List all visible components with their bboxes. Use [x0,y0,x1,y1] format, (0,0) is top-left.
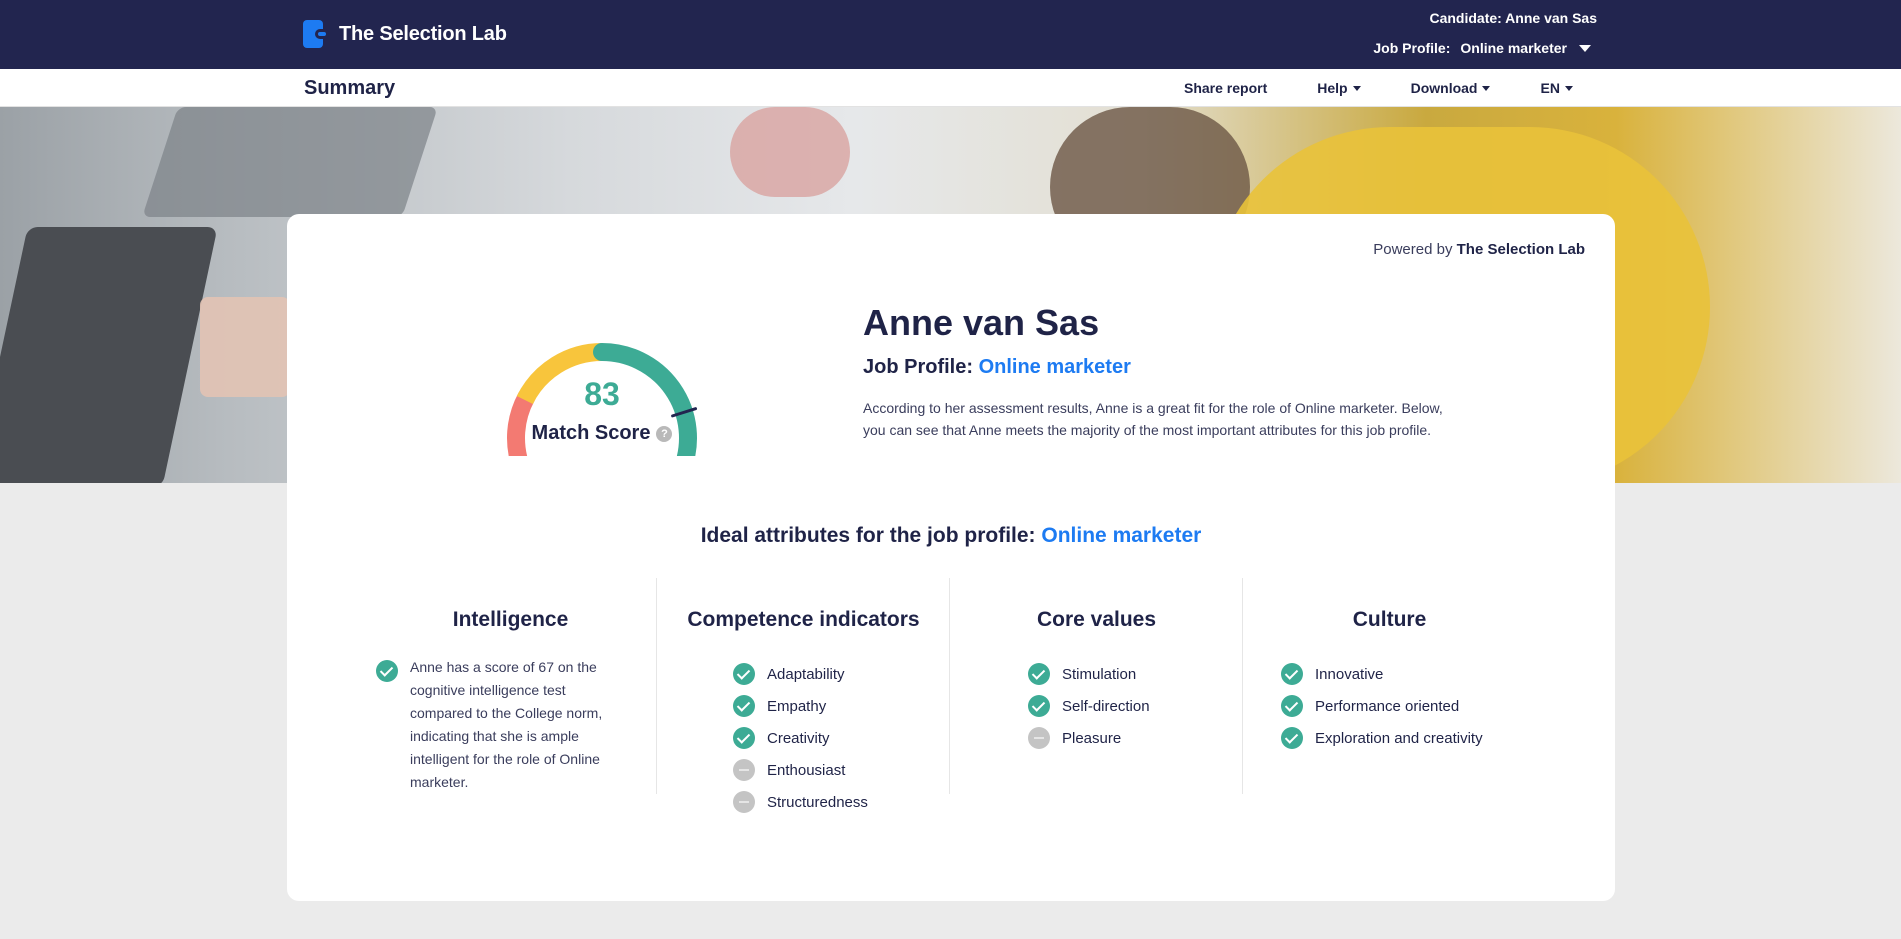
caret-down-icon [1579,44,1591,52]
job-profile-selector-label: Job Profile: [1373,40,1451,56]
caret-down-icon [1482,85,1491,91]
competence-list: Adaptability Empathy Creativity Enthousi… [733,658,868,818]
app-logo[interactable]: The Selection Lab [303,20,507,48]
intelligence-column: Intelligence Anne has a score of 67 on t… [364,578,657,794]
list-item: Innovative [1281,658,1483,690]
candidate-label: Candidate: Anne van Sas [1429,10,1597,26]
list-item: Pleasure [1028,722,1150,754]
help-icon[interactable]: ? [656,425,673,442]
check-icon [733,727,755,749]
sub-bar: Summary Share report Help Download EN [0,69,1901,107]
list-item: Performance oriented [1281,690,1483,722]
help-menu[interactable]: Help [1317,80,1361,96]
match-score-gauge: 83 Match Score ? [497,326,707,456]
check-icon [733,695,755,717]
competence-column: Competence indicators Adaptability Empat… [657,578,950,813]
list-item: Exploration and creativity [1281,722,1483,754]
assessment-description: According to her assessment results, Ann… [863,400,1443,438]
match-score-label: Match Score [531,422,651,444]
share-report-label: Share report [1184,80,1268,96]
job-profile-selector-value: Online marketer [1460,40,1567,56]
list-item-label: Creativity [767,729,830,747]
culture-list: Innovative Performance oriented Explorat… [1281,658,1483,754]
intelligence-result: Anne has a score of 67 on the cognitive … [376,656,620,794]
list-item-label: Enthousiast [767,761,846,779]
ideal-attributes-heading: Ideal attributes for the job profile: On… [287,524,1615,548]
help-menu-label: Help [1317,80,1348,96]
check-icon [1028,663,1050,685]
match-score-value: 83 [584,376,620,412]
check-icon [1028,695,1050,717]
list-item: Structuredness [733,786,868,818]
competence-title: Competence indicators [687,608,920,631]
list-item-label: Innovative [1315,665,1384,683]
summary-card: Powered by The Selection Lab 83 Match Sc… [287,214,1615,901]
list-item-label: Structuredness [767,793,868,811]
neutral-icon [733,759,755,781]
list-item-label: Stimulation [1062,665,1137,683]
check-icon [733,663,755,685]
list-item: Creativity [733,722,868,754]
neutral-icon [1028,727,1050,749]
ideal-profile-link[interactable]: Online marketer [1041,524,1201,547]
match-score-label-row: Match Score ? [497,422,707,445]
list-item: Empathy [733,690,868,722]
check-icon [1281,695,1303,717]
intelligence-title: Intelligence [452,608,569,631]
ideal-attributes-heading-text: Ideal attributes for the job profile: [700,524,1036,547]
list-item: Adaptability [733,658,868,690]
list-item-label: Self-direction [1062,697,1150,715]
culture-column: Culture Innovative Performance oriented … [1243,578,1536,794]
culture-title: Culture [1352,608,1427,631]
intelligence-text: Anne has a score of 67 on the cognitive … [410,659,603,790]
language-menu[interactable]: EN [1540,80,1573,96]
check-icon [1281,727,1303,749]
list-item-label: Adaptability [767,665,845,683]
app-name: The Selection Lab [339,22,507,45]
powered-by-prefix: Powered by [1373,241,1453,258]
caret-down-icon [1564,85,1573,91]
download-menu-label: Download [1410,80,1478,96]
list-item: Stimulation [1028,658,1150,690]
core-values-list: Stimulation Self-direction Pleasure [1028,658,1150,754]
check-icon [1281,663,1303,685]
page-title: Summary [304,77,396,99]
attribute-columns: Intelligence Anne has a score of 67 on t… [364,578,1536,813]
list-item-label: Performance oriented [1315,697,1460,715]
sub-nav: Share report Help Download EN [1184,80,1573,96]
candidate-info: Anne van Sas Job Profile: Online markete… [863,302,1463,441]
caret-down-icon [1352,85,1361,91]
job-profile-link[interactable]: Online marketer [979,356,1131,378]
powered-by-brand: The Selection Lab [1456,241,1585,258]
powered-by: Powered by The Selection Lab [1373,241,1585,258]
core-values-title: Core values [1036,608,1157,631]
job-profile-selector[interactable]: Job Profile: Online marketer [1373,40,1591,56]
check-icon [376,660,398,682]
list-item: Enthousiast [733,754,868,786]
list-item: Self-direction [1028,690,1150,722]
job-profile-heading-label: Job Profile: [863,356,974,378]
core-values-column: Core values Stimulation Self-direction P… [950,578,1243,794]
list-item-label: Pleasure [1062,729,1122,747]
selection-lab-logo-icon [303,20,331,48]
top-bar: The Selection Lab Candidate: Anne van Sa… [0,0,1901,69]
neutral-icon [733,791,755,813]
share-report-link[interactable]: Share report [1184,80,1267,96]
list-item-label: Exploration and creativity [1315,729,1483,747]
job-profile-heading: Job Profile: Online marketer [863,356,1463,379]
list-item-label: Empathy [767,697,827,715]
language-menu-label: EN [1540,80,1560,96]
candidate-name: Anne van Sas [863,302,1100,343]
download-menu[interactable]: Download [1411,80,1491,96]
